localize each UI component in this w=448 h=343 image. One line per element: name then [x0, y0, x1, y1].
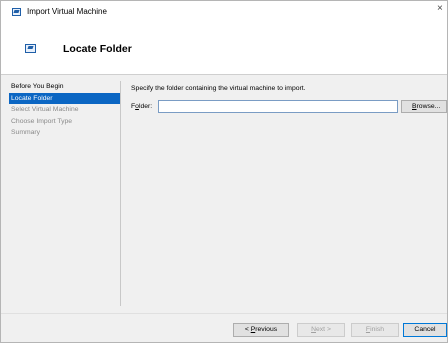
- step-choose-import-type: Choose Import Type: [11, 117, 73, 125]
- vm-import-icon: [25, 44, 36, 53]
- step-summary: Summary: [11, 129, 41, 136]
- wizard-header: Locate Folder: [1, 23, 447, 75]
- folder-label: Folder:: [131, 103, 153, 110]
- previous-button[interactable]: < Previous: [233, 323, 289, 337]
- step-locate-folder[interactable]: Locate Folder: [9, 92, 121, 104]
- cancel-button[interactable]: Cancel: [403, 323, 447, 337]
- browse-button[interactable]: Browse...: [401, 100, 447, 113]
- vm-import-icon: [12, 8, 21, 16]
- close-icon[interactable]: ×: [437, 3, 447, 19]
- wizard-steps: Before You Begin Locate Folder Select Vi…: [9, 81, 121, 139]
- title-bar[interactable]: Import Virtual Machine ×: [1, 1, 447, 23]
- page-title: Locate Folder: [63, 43, 132, 55]
- step-select-virtual-machine: Select Virtual Machine: [11, 106, 79, 113]
- step-before-you-begin[interactable]: Before You Begin: [9, 81, 121, 93]
- instruction-text: Specify the folder containing the virtua…: [131, 85, 306, 92]
- next-button[interactable]: Next >: [297, 323, 345, 337]
- content-area: Specify the folder containing the virtua…: [131, 85, 306, 92]
- import-vm-window: Import Virtual Machine × Locate Folder B…: [0, 0, 448, 343]
- finish-button[interactable]: Finish: [351, 323, 399, 337]
- steps-divider: [120, 81, 121, 306]
- footer-separator: [1, 313, 447, 314]
- folder-input[interactable]: [158, 100, 398, 113]
- window-title: Import Virtual Machine: [27, 7, 107, 16]
